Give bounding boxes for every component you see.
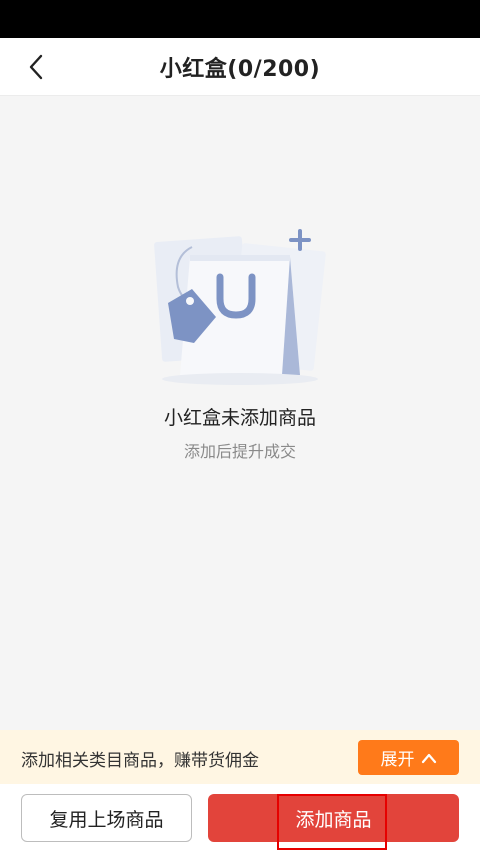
back-button[interactable]: [16, 47, 56, 87]
status-bar: [0, 0, 480, 38]
bottom-action-bar: 复用上场商品 添加商品: [0, 784, 480, 853]
shopping-bag-icon: [154, 229, 326, 385]
expand-button[interactable]: 展开: [358, 740, 459, 775]
chevron-up-icon: [421, 753, 436, 763]
reuse-previous-products-button[interactable]: 复用上场商品: [21, 794, 192, 842]
promo-text: 添加相关类目商品，赚带货佣金: [21, 751, 259, 771]
empty-state-subtitle: 添加后提升成交: [183, 442, 296, 461]
add-product-button[interactable]: 添加商品: [208, 794, 459, 842]
empty-state-title: 小红盒未添加商品: [163, 407, 316, 429]
page-title: 小红盒(0/200): [159, 56, 321, 82]
expand-label: 展开: [380, 750, 415, 770]
header: 小红盒(0/200): [0, 38, 480, 96]
empty-state: 小红盒未添加商品 添加后提升成交: [0, 97, 480, 730]
promo-bar: 添加相关类目商品，赚带货佣金 展开: [0, 730, 480, 784]
chevron-left-icon: [29, 54, 43, 80]
